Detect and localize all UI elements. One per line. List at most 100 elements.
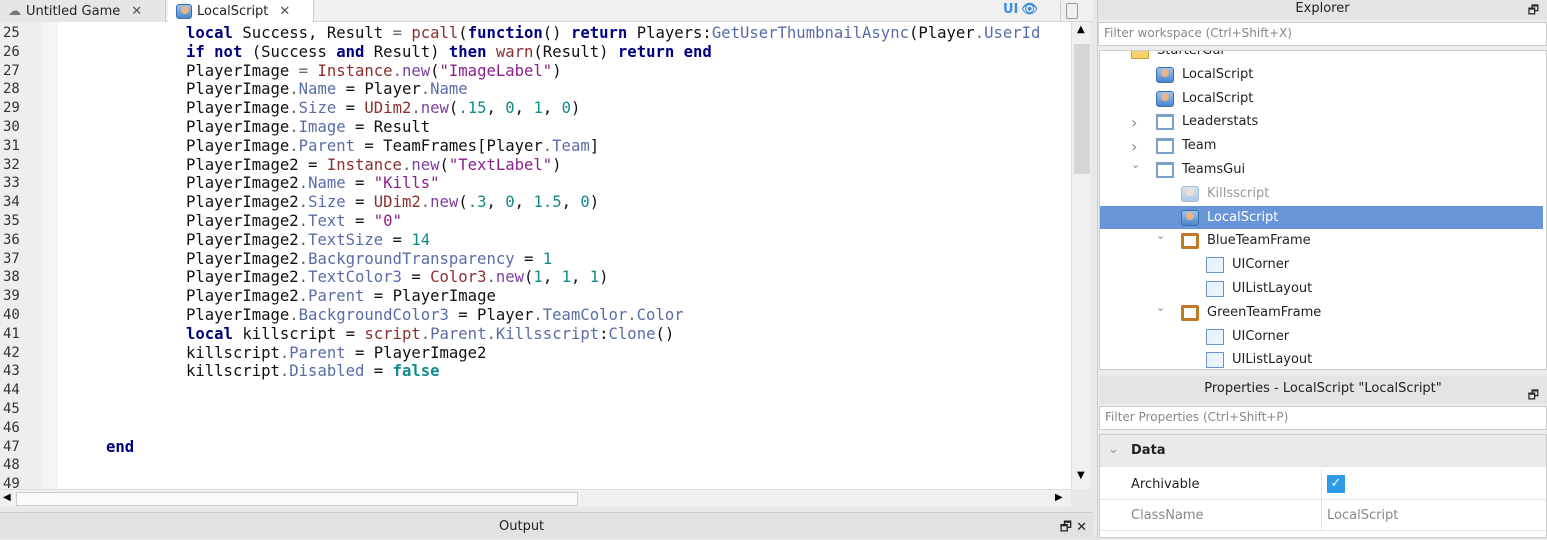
tree-item-uicorner[interactable]: UICorner	[1100, 253, 1543, 277]
vertical-scroll-thumb[interactable]	[1074, 44, 1090, 174]
scroll-down-arrow-icon[interactable]: ▼	[1077, 470, 1085, 481]
code-token: PlayerImage2	[186, 268, 299, 287]
line-number: 41	[3, 325, 20, 342]
tree-item-localscript[interactable]: LocalScript	[1100, 87, 1543, 111]
line-number: 47	[3, 438, 20, 455]
ui-visibility-toggle[interactable]: UI 👁	[1003, 2, 1038, 17]
code-token: Parent	[308, 287, 365, 306]
chevron-right-icon[interactable]: ›	[1131, 113, 1137, 132]
code-token: .	[298, 212, 309, 230]
section-label: Data	[1131, 443, 1166, 458]
device-emulator-button[interactable]	[1060, 1, 1082, 21]
tree-item-uilistlayout[interactable]: UIListLayout	[1100, 277, 1543, 301]
vertical-scrollbar[interactable]: ▲ ▼	[1071, 22, 1091, 489]
code-line: PlayerImage = Instance.new("ImageLabel")	[66, 62, 562, 80]
code-token: .15	[458, 99, 487, 118]
line-number: 43	[3, 363, 20, 380]
code-line: local killscript = script.Parent.Killssc…	[66, 325, 674, 343]
close-tab-icon[interactable]: ✕	[279, 4, 290, 19]
code-token: .	[411, 99, 421, 118]
properties-filter-input[interactable]: Filter Properties (Ctrl+Shift+P)	[1099, 406, 1547, 430]
code-line: PlayerImage.Name = Player.Name	[66, 80, 468, 98]
tree-item-greenteamframe[interactable]: ⌄ GreenTeamFrame	[1100, 301, 1543, 325]
layout-icon	[1206, 352, 1224, 369]
code-token: .	[486, 324, 496, 343]
section-data[interactable]: ⌄ Data	[1100, 435, 1546, 467]
code-token: .	[279, 343, 290, 362]
chevron-down-icon[interactable]: ⌄	[1106, 51, 1115, 52]
chevron-down-icon[interactable]: ⌄	[1156, 301, 1165, 314]
code-token: =	[298, 61, 309, 80]
code-token: Killsscript	[495, 324, 600, 343]
code-token: 1	[533, 99, 543, 118]
scroll-left-arrow-icon[interactable]: ◀	[3, 492, 11, 503]
layout-icon	[1206, 328, 1224, 345]
chevron-right-icon[interactable]: ›	[1131, 137, 1137, 156]
code-line: PlayerImage2 = Instance.new("TextLabel")	[66, 156, 562, 174]
tree-item-uicorner[interactable]: UICorner	[1100, 325, 1543, 349]
archivable-checkbox[interactable]: ✓	[1327, 475, 1345, 493]
tree-item-localscript[interactable]: LocalScript	[1100, 63, 1543, 87]
tree-item-localscript[interactable]: LocalScript	[1100, 205, 1543, 230]
code-line: local Success, Result = pcall(function()…	[66, 24, 1040, 42]
horizontal-scrollbar[interactable]: ◀ ▶	[0, 489, 1071, 507]
tab-local-script[interactable]: LocalScript ✕	[168, 0, 314, 23]
code-token: Size	[298, 99, 337, 118]
close-icon[interactable]: ✕	[1076, 520, 1087, 535]
code-token: Name	[308, 174, 346, 193]
tree-item-startergui[interactable]: ⌄ StarterGui	[1100, 51, 1543, 63]
code-token: 1	[589, 268, 600, 287]
code-token: 1.5	[533, 193, 562, 212]
code-token: PlayerImage2 =	[186, 155, 327, 174]
code-line: PlayerImage2.BackgroundTransparency = 1	[66, 250, 552, 268]
tree-item-teamsgui[interactable]: ⌄ TeamsGui	[1100, 158, 1543, 182]
tree-item-blueteamframe[interactable]: ⌄ BlueTeamFrame	[1100, 229, 1543, 253]
chevron-down-icon[interactable]: ⌄	[1156, 229, 1165, 242]
line-number: 34	[3, 194, 20, 211]
undock-icon[interactable]: 🗗	[1528, 382, 1539, 408]
code-token: 14	[411, 230, 431, 249]
line-number: 31	[3, 137, 20, 154]
line-number: 49	[3, 476, 20, 489]
tree-item-label: BlueTeamFrame	[1207, 233, 1311, 249]
undock-icon[interactable]: 🗗	[1060, 520, 1072, 535]
code-token: .	[298, 249, 309, 268]
line-number: 35	[3, 213, 20, 229]
code-token: ,	[486, 99, 506, 118]
code-line: PlayerImage2.Text = "0"	[66, 212, 402, 230]
code-token: script	[364, 324, 421, 343]
frame-icon	[1156, 138, 1174, 155]
code-token: Clone	[608, 324, 656, 343]
tab-untitled-game[interactable]: ☁ Untitled Game ✕	[0, 0, 166, 22]
code-token: )	[552, 155, 562, 174]
code-token: "TextLabel"	[448, 155, 553, 174]
chevron-down-icon[interactable]: ⌄	[1131, 158, 1140, 171]
scroll-up-arrow-icon[interactable]: ▲	[1077, 24, 1085, 35]
frame-icon	[1156, 114, 1174, 131]
property-row-archivable[interactable]: Archivable ✓	[1100, 469, 1546, 500]
eye-icon: 👁	[1021, 2, 1038, 17]
line-number: 32	[3, 156, 20, 173]
code-token: =	[345, 174, 374, 193]
tree-item-label: LocalScript	[1182, 90, 1254, 106]
code-line: PlayerImage2.TextSize = 14	[66, 231, 430, 249]
properties-title: Properties - LocalScript "LocalScript"	[1204, 381, 1442, 396]
horizontal-scroll-thumb[interactable]	[16, 492, 578, 506]
code-token: .	[289, 306, 299, 324]
code-editor[interactable]: 25 26 27 28 29 30 31 32 33 34 35 36 37 38 39 40 41 42 43 44…	[0, 22, 1071, 489]
code-token: (	[524, 268, 534, 287]
tree-item-leaderstats[interactable]: › Leaderstats	[1100, 110, 1543, 134]
code-token: PlayerImage	[186, 61, 299, 80]
tree-item-killsscript[interactable]: Killsscript	[1100, 182, 1543, 206]
property-name: ClassName	[1131, 508, 1204, 523]
tree-item-uilistlayout[interactable]: UIListLayout	[1100, 348, 1543, 369]
explorer-filter-input[interactable]: Filter workspace (Ctrl+Shift+X)	[1098, 22, 1547, 46]
scroll-right-arrow-icon[interactable]: ▶	[1055, 492, 1063, 503]
code-token: BackgroundTransparency	[308, 249, 515, 268]
undock-icon[interactable]: 🗗	[1528, 1, 1539, 19]
code-token: (	[458, 193, 468, 212]
close-tab-icon[interactable]: ✕	[131, 4, 142, 19]
tree-item-team[interactable]: › Team	[1100, 134, 1543, 158]
